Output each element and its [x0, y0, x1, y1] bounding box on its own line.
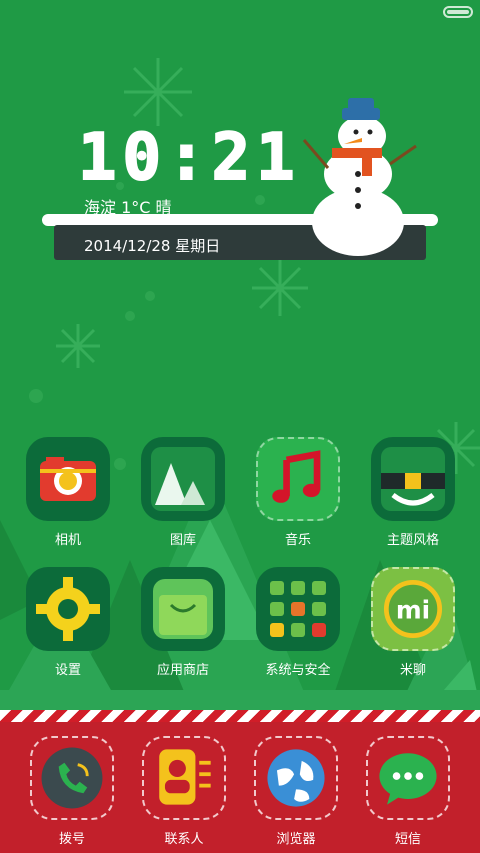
contacts-icon	[142, 736, 226, 820]
app-label: 相机	[54, 533, 81, 548]
app-store-icon	[141, 567, 225, 651]
app-label: 应用商店	[156, 663, 209, 678]
dock-label: 短信	[394, 832, 421, 847]
dock-contacts[interactable]: 联系人	[134, 736, 234, 847]
app-gallery[interactable]: 图库	[133, 437, 233, 548]
folder-icon	[256, 567, 340, 651]
gallery-icon	[141, 437, 225, 521]
snowman-icon	[302, 98, 417, 256]
settings-icon	[26, 567, 110, 651]
miliao-icon: mi	[371, 567, 455, 651]
app-miliao[interactable]: mi 米聊	[363, 567, 463, 678]
app-label: 主题风格	[386, 533, 439, 548]
app-camera[interactable]: 相机	[18, 437, 118, 548]
messages-icon	[366, 736, 450, 820]
app-label: 图库	[169, 533, 196, 548]
app-label: 米聊	[399, 663, 426, 678]
battery-icon	[443, 6, 473, 18]
dock-phone[interactable]: 拨号	[22, 736, 122, 847]
app-label: 系统与安全	[265, 663, 331, 678]
dock-label: 联系人	[164, 832, 204, 847]
dock-browser[interactable]: 浏览器	[246, 736, 346, 847]
app-themes[interactable]: 主题风格	[363, 437, 463, 548]
dock-label: 拨号	[58, 832, 85, 847]
clock-time[interactable]: 10:21	[77, 118, 301, 198]
app-settings[interactable]: 设置	[18, 567, 118, 678]
browser-icon	[254, 736, 338, 820]
dock-messages[interactable]: 短信	[358, 736, 458, 847]
music-icon	[256, 437, 340, 521]
app-store[interactable]: 应用商店	[133, 567, 233, 678]
dock-label: 浏览器	[276, 832, 316, 847]
camera-icon	[26, 437, 110, 521]
app-label: 音乐	[284, 533, 311, 548]
svg-text:mi: mi	[396, 596, 430, 625]
theme-icon	[371, 437, 455, 521]
app-label: 设置	[54, 663, 81, 678]
app-music[interactable]: 音乐	[248, 437, 348, 548]
phone-icon	[30, 736, 114, 820]
date-text: 2014/12/28 星期日	[84, 237, 221, 255]
dock-stripe	[0, 710, 480, 722]
folder-system-security[interactable]: 系统与安全	[248, 567, 348, 678]
